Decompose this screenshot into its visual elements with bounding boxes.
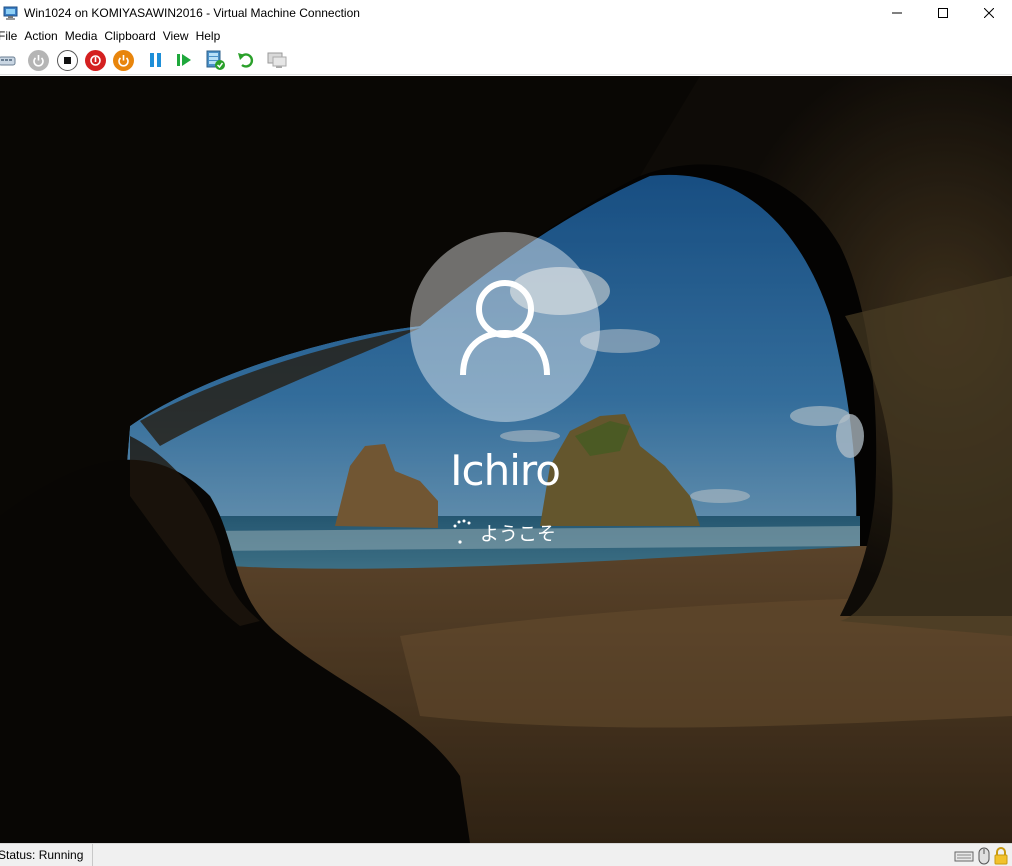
resume-icon [177,54,191,66]
menu-help[interactable]: Help [193,29,225,43]
enhanced-session-button[interactable] [266,49,288,71]
resume-button[interactable] [173,49,195,71]
keyboard-icon [954,851,974,862]
revert-button[interactable] [235,49,257,71]
shut-down-icon [84,49,106,71]
window-title: Win1024 on KOMIYASAWIN2016 - Virtual Mac… [24,6,360,20]
menu-bar: File Action Media Clipboard View Help [0,26,1012,45]
start-icon [27,49,49,71]
mouse-icon [978,847,990,865]
shut-down-button[interactable] [84,49,106,71]
start-button[interactable] [27,49,49,71]
close-button[interactable] [966,0,1012,26]
username: Ichiro [450,446,561,495]
vm-connection-icon[interactable] [3,5,19,21]
ctrl-alt-del-button[interactable] [0,49,18,71]
user-avatar[interactable] [410,232,600,422]
title-bar: Win1024 on KOMIYASAWIN2016 - Virtual Mac… [0,0,1012,26]
revert-icon [238,53,254,68]
turn-off-icon [56,49,78,71]
loading-spinner-icon [452,517,474,547]
menu-media[interactable]: Media [62,29,102,43]
minimize-button[interactable] [874,0,920,26]
menu-clipboard[interactable]: Clipboard [101,29,159,43]
vm-display[interactable]: Ichiro ようこそ [0,76,1012,843]
checkpoint-icon [206,50,225,70]
enhanced-session-icon [267,52,287,68]
pause-button[interactable] [145,49,167,71]
turn-off-button[interactable] [56,49,78,71]
checkpoint-button[interactable] [204,49,226,71]
minimize-icon [892,12,902,14]
pause-icon [150,53,161,67]
maximize-icon [938,8,948,18]
menu-view[interactable]: View [160,29,193,43]
menu-file[interactable]: File [0,29,21,43]
welcome-text: ようこそ [480,522,557,545]
menu-action[interactable]: Action [21,29,61,43]
user-icon [460,280,550,376]
ctrl-alt-del-icon [0,56,16,66]
status-bar: Status: Running [0,843,1012,866]
save-icon [112,49,134,71]
maximize-button[interactable] [920,0,966,26]
status-text: Status: Running [0,843,93,866]
close-icon [984,8,994,18]
welcome-status: ようこそ [452,517,556,547]
toolbar [0,45,1012,75]
save-button[interactable] [112,49,134,71]
lock-icon [994,847,1008,865]
